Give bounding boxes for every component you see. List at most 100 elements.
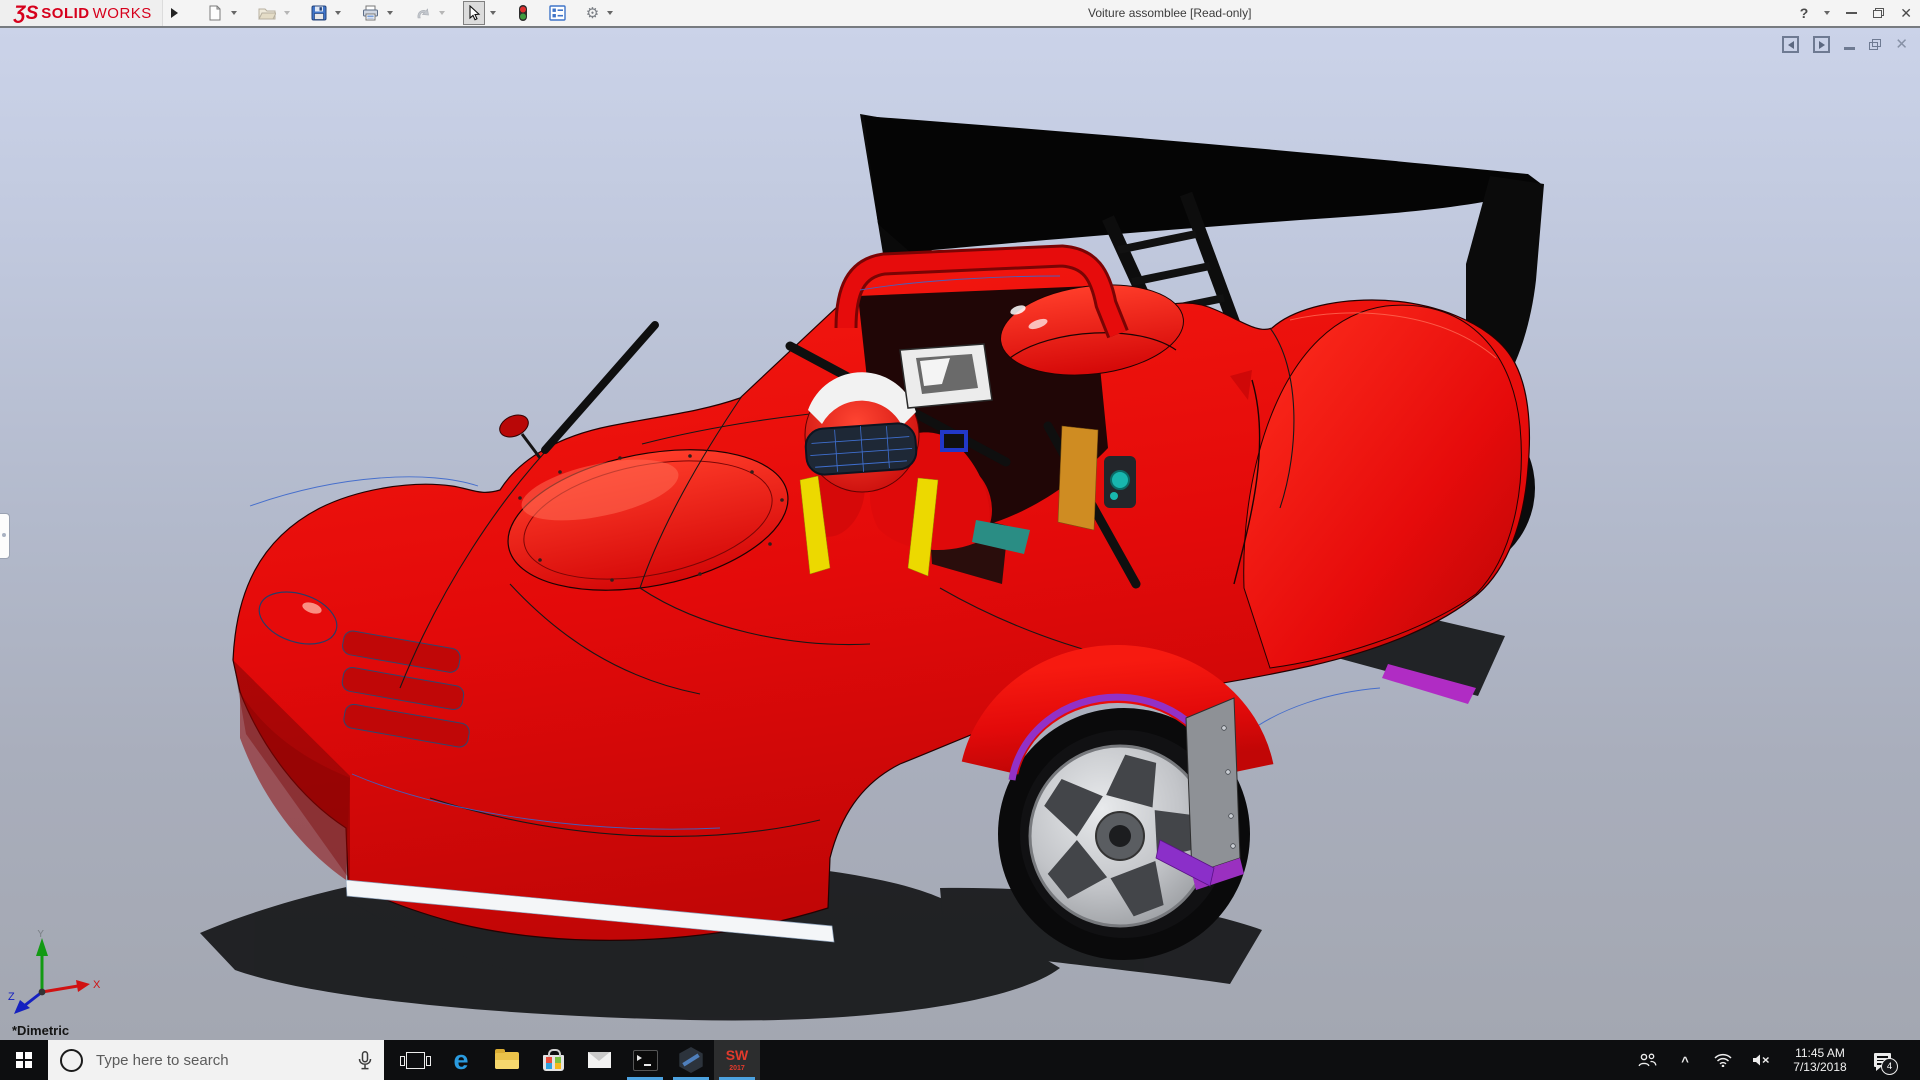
windows-taskbar: e SW 2017 ^ [0,1040,1920,1080]
wifi-icon [1714,1053,1732,1067]
command-prompt-button[interactable] [622,1040,668,1080]
taskbar-app-icons: e SW 2017 [392,1040,760,1080]
triad-z-label: Z [8,991,15,1003]
task-view-button[interactable] [392,1040,438,1080]
view-orientation-label: *Dimetric [12,1023,69,1038]
document-title: Voiture assomblee [Read-only] [1088,6,1251,20]
helmet-visor [805,422,918,476]
hidden-icons-button[interactable]: ^ [1671,1040,1699,1080]
search-input[interactable] [94,1051,346,1070]
title-bar: ƷS SOLIDWORKS [0,0,1920,28]
volume-button[interactable] [1747,1040,1775,1080]
options-button[interactable]: ⚙ [583,1,602,25]
car-body[interactable] [233,252,1529,940]
store-icon [543,1055,564,1071]
microphone-icon[interactable] [358,1051,372,1070]
document-close-button[interactable]: ✕ [1895,37,1908,52]
restore-glyph-front [1869,42,1878,50]
menu-flyout-arrow-icon[interactable] [171,8,178,18]
side-mirror [496,411,532,441]
solidworks-logo-glyph: ƷS [14,4,38,23]
mirror-stalk [522,434,540,458]
start-button[interactable] [0,1040,48,1080]
new-dropdown-caret[interactable] [231,11,237,15]
3d-viewer-button[interactable] [668,1040,714,1080]
notification-badge: 4 [1881,1058,1898,1075]
file-explorer-icon [495,1052,519,1069]
save-dropdown-caret[interactable] [335,11,341,15]
rebuild-button[interactable] [514,1,532,25]
graphics-viewport[interactable]: ✕ Y X Z *Dimetric [0,28,1920,1040]
minimize-button[interactable] [1846,12,1857,14]
open-folder-icon [258,5,276,21]
store-button[interactable] [530,1040,576,1080]
car-3d-model[interactable] [0,28,1920,1040]
rearview-mirror [900,344,992,408]
solidworks-window: ƷS SOLIDWORKS [0,0,1920,1080]
network-button[interactable] [1709,1040,1737,1080]
chevron-up-icon: ^ [1681,1054,1689,1069]
action-center-button[interactable]: 4 [1865,1040,1899,1080]
clock-time: 11:45 AM [1785,1046,1855,1060]
print-icon [362,5,379,21]
display-settings-icon [549,5,566,21]
restore-glyph-front [1873,10,1882,18]
restore-button[interactable] [1873,8,1884,18]
harness-buckle [942,432,966,450]
clock-date: 7/13/2018 [1785,1060,1855,1074]
solidworks-logo: ƷS SOLIDWORKS [0,0,163,26]
system-tray: ^ 11:45 AM 7/13/2018 [1633,1040,1920,1080]
close-button[interactable]: ✕ [1900,6,1912,20]
pane-previous-button[interactable] [1782,36,1799,53]
help-button[interactable]: ? [1800,5,1809,21]
save-button[interactable] [308,1,330,25]
open-dropdown-caret[interactable] [284,11,290,15]
new-document-button[interactable] [204,1,226,25]
select-tool-button[interactable] [463,1,485,25]
print-button[interactable] [359,1,382,25]
triad-y-label: Y [37,930,45,940]
gear-icon: ⚙ [586,6,599,21]
open-button[interactable] [255,1,279,25]
pane-next-button[interactable] [1813,36,1830,53]
select-dropdown-caret[interactable] [490,11,496,15]
hexagon-app-icon [678,1047,704,1073]
taskbar-clock[interactable]: 11:45 AM 7/13/2018 [1785,1046,1855,1074]
quick-access-toolbar: ⚙ [204,1,617,25]
command-prompt-icon [633,1050,658,1071]
task-view-icon [406,1052,425,1069]
traffic-light-icon [517,4,529,22]
select-cursor-icon [466,5,482,22]
window-controls: ? ✕ [1800,0,1912,26]
triangle-left-icon [1788,41,1794,49]
solidworks-taskbar-button[interactable]: SW 2017 [714,1040,760,1080]
new-document-icon [207,5,223,21]
people-button[interactable] [1633,1040,1661,1080]
edge-icon: e [453,1047,468,1074]
feature-pane-collapse-handle[interactable] [0,513,10,559]
document-minimize-button[interactable] [1844,47,1855,50]
mail-icon [588,1052,611,1068]
taskbar-search[interactable] [48,1040,384,1080]
edge-button[interactable]: e [438,1040,484,1080]
people-icon [1638,1053,1657,1067]
undo-arrow-icon [414,6,431,21]
triad-x-label: X [93,979,101,991]
document-window-controls: ✕ [1782,36,1908,53]
save-floppy-icon [311,5,327,21]
file-explorer-button[interactable] [484,1040,530,1080]
document-restore-button[interactable] [1869,39,1881,50]
options-dropdown-caret[interactable] [607,11,613,15]
solidworks-2017-icon: SW 2017 [726,1048,749,1072]
handle-dot [2,533,6,537]
mail-button[interactable] [576,1040,622,1080]
orientation-triad: Y X Z [6,930,106,1018]
help-dropdown-caret[interactable] [1824,11,1830,15]
cortana-icon [60,1049,83,1072]
print-dropdown-caret[interactable] [387,11,393,15]
undo-button[interactable] [411,1,434,25]
undo-dropdown-caret[interactable] [439,11,445,15]
display-settings-button[interactable] [546,1,569,25]
volume-muted-icon [1752,1053,1771,1067]
windows-logo-icon [16,1052,32,1068]
